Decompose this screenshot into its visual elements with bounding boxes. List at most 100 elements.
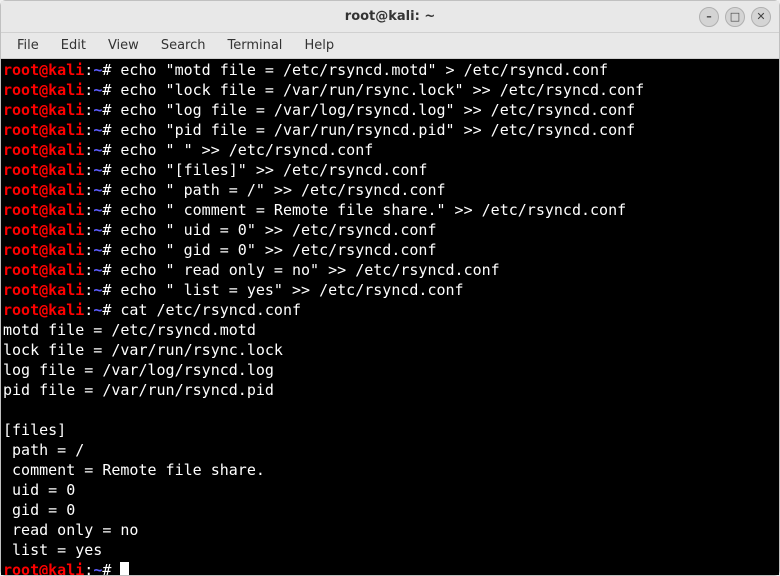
command-line: root@kali:~# echo " gid = 0" >> /etc/rsy… [3,240,777,260]
command-text: echo "lock file = /var/run/rsync.lock" >… [120,81,644,99]
command-line: root@kali:~# echo " list = yes" >> /etc/… [3,280,777,300]
command-text: cat /etc/rsyncd.conf [120,301,301,319]
prompt-colon: : [84,301,93,319]
prompt-path: ~ [93,181,102,199]
window-controls: – □ ✕ [699,7,771,27]
prompt-path: ~ [93,261,102,279]
command-text: echo " read only = no" >> /etc/rsyncd.co… [120,261,499,279]
prompt-user: root@kali [3,161,84,179]
output-line: [files] [3,420,777,440]
command-text: echo " path = /" >> /etc/rsyncd.conf [120,181,445,199]
prompt-path: ~ [93,81,102,99]
close-icon: ✕ [756,11,765,22]
command-text: echo " comment = Remote file share." >> … [120,201,626,219]
command-line: root@kali:~# echo "lock file = /var/run/… [3,80,777,100]
command-line: root@kali:~# echo "log file = /var/log/r… [3,100,777,120]
output-line: path = / [3,440,777,460]
prompt-path: ~ [93,561,102,575]
prompt-hash: # [102,201,120,219]
command-text: echo "pid file = /var/run/rsyncd.pid" >>… [120,121,635,139]
command-text: echo " " >> /etc/rsyncd.conf [120,141,373,159]
prompt-colon: : [84,81,93,99]
prompt-path: ~ [93,221,102,239]
prompt-path: ~ [93,161,102,179]
minimize-button[interactable]: – [699,7,719,27]
command-line: root@kali:~# echo "motd file = /etc/rsyn… [3,60,777,80]
window-title: root@kali: ~ [345,9,435,24]
prompt-line: root@kali:~# [3,560,777,575]
prompt-path: ~ [93,201,102,219]
prompt-colon: : [84,121,93,139]
prompt-path: ~ [93,301,102,319]
prompt-path: ~ [93,141,102,159]
prompt-colon: : [84,101,93,119]
prompt-user: root@kali [3,241,84,259]
menu-search[interactable]: Search [151,35,216,56]
prompt-user: root@kali [3,281,84,299]
prompt-user: root@kali [3,101,84,119]
output-line: gid = 0 [3,500,777,520]
command-text: echo "[files]" >> /etc/rsyncd.conf [120,161,427,179]
prompt-colon: : [84,261,93,279]
command-line: root@kali:~# cat /etc/rsyncd.conf [3,300,777,320]
command-text: echo " gid = 0" >> /etc/rsyncd.conf [120,241,436,259]
maximize-icon: □ [730,11,740,22]
command-line: root@kali:~# echo " comment = Remote fil… [3,200,777,220]
command-line: root@kali:~# echo " read only = no" >> /… [3,260,777,280]
prompt-path: ~ [93,101,102,119]
command-text: echo "motd file = /etc/rsyncd.motd" > /e… [120,61,608,79]
prompt-hash: # [102,281,120,299]
output-line: comment = Remote file share. [3,460,777,480]
prompt-hash: # [102,561,120,575]
prompt-hash: # [102,241,120,259]
menu-view[interactable]: View [98,35,149,56]
prompt-colon: : [84,221,93,239]
command-line: root@kali:~# echo "[files]" >> /etc/rsyn… [3,160,777,180]
output-line: pid file = /var/run/rsyncd.pid [3,380,777,400]
maximize-button[interactable]: □ [725,7,745,27]
menu-help[interactable]: Help [294,35,344,56]
prompt-hash: # [102,181,120,199]
menu-edit[interactable]: Edit [51,35,96,56]
menu-terminal[interactable]: Terminal [217,35,292,56]
prompt-hash: # [102,121,120,139]
prompt-path: ~ [93,281,102,299]
command-line: root@kali:~# echo " " >> /etc/rsyncd.con… [3,140,777,160]
output-line [3,400,777,420]
menubar: File Edit View Search Terminal Help [1,33,779,59]
prompt-user: root@kali [3,121,84,139]
output-line: motd file = /etc/rsyncd.motd [3,320,777,340]
close-button[interactable]: ✕ [751,7,771,27]
prompt-user: root@kali [3,141,84,159]
prompt-path: ~ [93,121,102,139]
output-line: read only = no [3,520,777,540]
command-text: echo "log file = /var/log/rsyncd.log" >>… [120,101,635,119]
prompt-hash: # [102,261,120,279]
prompt-user: root@kali [3,61,84,79]
prompt-colon: : [84,181,93,199]
prompt-colon: : [84,281,93,299]
prompt-colon: : [84,141,93,159]
command-line: root@kali:~# echo " uid = 0" >> /etc/rsy… [3,220,777,240]
menu-file[interactable]: File [7,35,49,56]
output-line: list = yes [3,540,777,560]
cursor [120,562,129,575]
prompt-user: root@kali [3,221,84,239]
output-line: log file = /var/log/rsyncd.log [3,360,777,380]
prompt-hash: # [102,81,120,99]
prompt-hash: # [102,301,120,319]
prompt-hash: # [102,221,120,239]
prompt-colon: : [84,61,93,79]
output-line: uid = 0 [3,480,777,500]
prompt-hash: # [102,61,120,79]
prompt-colon: : [84,201,93,219]
prompt-hash: # [102,101,120,119]
output-line: lock file = /var/run/rsync.lock [3,340,777,360]
titlebar: root@kali: ~ – □ ✕ [1,1,779,33]
prompt-user: root@kali [3,81,84,99]
prompt-path: ~ [93,61,102,79]
terminal-body[interactable]: root@kali:~# echo "motd file = /etc/rsyn… [1,59,779,575]
command-text: echo " uid = 0" >> /etc/rsyncd.conf [120,221,436,239]
prompt-user: root@kali [3,561,84,575]
prompt-user: root@kali [3,201,84,219]
